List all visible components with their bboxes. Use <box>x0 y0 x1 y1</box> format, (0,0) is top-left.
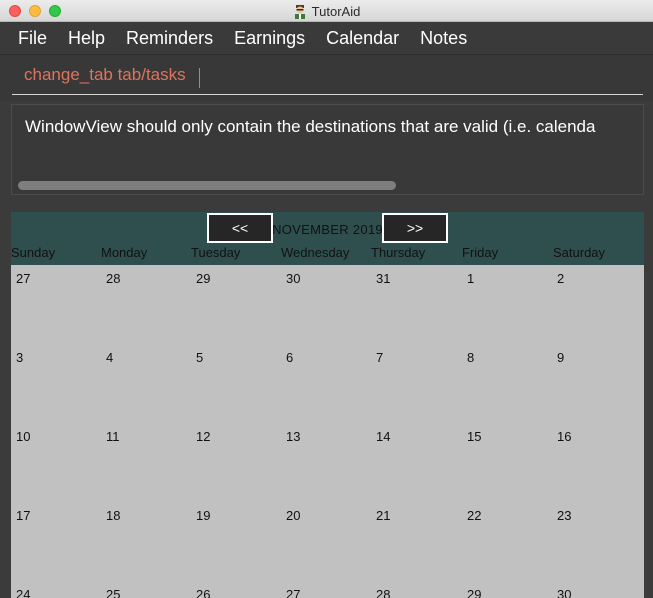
result-message: WindowView should only contain the desti… <box>25 117 596 136</box>
command-box <box>0 54 653 101</box>
window-title: TutorAid <box>311 3 361 19</box>
next-month-button[interactable]: >> <box>382 213 448 243</box>
calendar-day-cell[interactable]: 30 <box>557 587 571 598</box>
calendar-day-cell[interactable]: 25 <box>106 587 120 598</box>
menu-reminders[interactable]: Reminders <box>126 28 213 49</box>
calendar-day-cell[interactable]: 14 <box>376 429 390 444</box>
calendar-day-cell[interactable]: 15 <box>467 429 481 444</box>
calendar-day-cell[interactable]: 28 <box>106 271 120 286</box>
calendar-day-cell[interactable]: 31 <box>376 271 390 286</box>
menu-bar: File Help Reminders Earnings Calendar No… <box>0 22 653 54</box>
weekday-tuesday: Tuesday <box>191 245 241 260</box>
calendar-day-cell[interactable]: 2 <box>557 271 564 286</box>
calendar-day-cell[interactable]: 3 <box>16 350 23 365</box>
previous-month-button[interactable]: << <box>207 213 273 243</box>
menu-help[interactable]: Help <box>68 28 105 49</box>
calendar-day-cell[interactable]: 29 <box>467 587 481 598</box>
calendar-day-cell[interactable]: 22 <box>467 508 481 523</box>
calendar-day-cell[interactable]: 19 <box>196 508 210 523</box>
window-title-group: TutorAid <box>0 0 653 22</box>
calendar-day-cell[interactable]: 26 <box>196 587 210 598</box>
calendar-day-cell[interactable]: 16 <box>557 429 571 444</box>
calendar-day-cell[interactable]: 21 <box>376 508 390 523</box>
command-input[interactable] <box>12 55 643 95</box>
calendar-header: NOVEMBER 2019 << >> Sunday Monday Tuesda… <box>11 212 644 265</box>
weekday-saturday: Saturday <box>553 245 606 260</box>
calendar-day-cell[interactable]: 12 <box>196 429 210 444</box>
calendar-day-cell[interactable]: 27 <box>286 587 300 598</box>
calendar-day-cell[interactable]: 24 <box>16 587 30 598</box>
weekday-thursday: Thursday <box>371 245 426 260</box>
calendar-day-cell[interactable]: 8 <box>467 350 474 365</box>
tutor-avatar-icon <box>294 4 305 19</box>
menu-calendar[interactable]: Calendar <box>326 28 399 49</box>
calendar-day-cell[interactable]: 13 <box>286 429 300 444</box>
calendar-day-cell[interactable]: 17 <box>16 508 30 523</box>
calendar-day-cell[interactable]: 7 <box>376 350 383 365</box>
weekday-wednesday: Wednesday <box>281 245 350 260</box>
calendar-day-cell[interactable]: 23 <box>557 508 571 523</box>
calendar-day-cell[interactable]: 9 <box>557 350 564 365</box>
weekday-friday: Friday <box>462 245 499 260</box>
menu-notes[interactable]: Notes <box>420 28 467 49</box>
month-year-label: NOVEMBER 2019 <box>272 222 383 237</box>
calendar-day-cell[interactable]: 29 <box>196 271 210 286</box>
calendar-day-cell[interactable]: 27 <box>16 271 30 286</box>
horizontal-scrollbar[interactable] <box>18 181 396 190</box>
calendar-day-cell[interactable]: 28 <box>376 587 390 598</box>
text-cursor <box>199 68 200 88</box>
calendar-day-cell[interactable]: 1 <box>467 271 474 286</box>
calendar-day-cell[interactable]: 5 <box>196 350 203 365</box>
menu-file[interactable]: File <box>18 28 47 49</box>
calendar-day-cell[interactable]: 10 <box>16 429 30 444</box>
calendar-day-cell[interactable]: 6 <box>286 350 293 365</box>
calendar-panel: NOVEMBER 2019 << >> Sunday Monday Tuesda… <box>11 212 644 598</box>
weekday-monday: Monday <box>101 245 148 260</box>
weekday-sunday: Sunday <box>11 245 56 260</box>
result-display: WindowView should only contain the desti… <box>11 104 644 195</box>
calendar-day-cell[interactable]: 4 <box>106 350 113 365</box>
title-bar: TutorAid <box>0 0 653 22</box>
calendar-day-cell[interactable]: 30 <box>286 271 300 286</box>
calendar-day-cell[interactable]: 11 <box>106 429 120 444</box>
menu-earnings[interactable]: Earnings <box>234 28 305 49</box>
calendar-day-cell[interactable]: 20 <box>286 508 300 523</box>
calendar-day-cell[interactable]: 18 <box>106 508 120 523</box>
